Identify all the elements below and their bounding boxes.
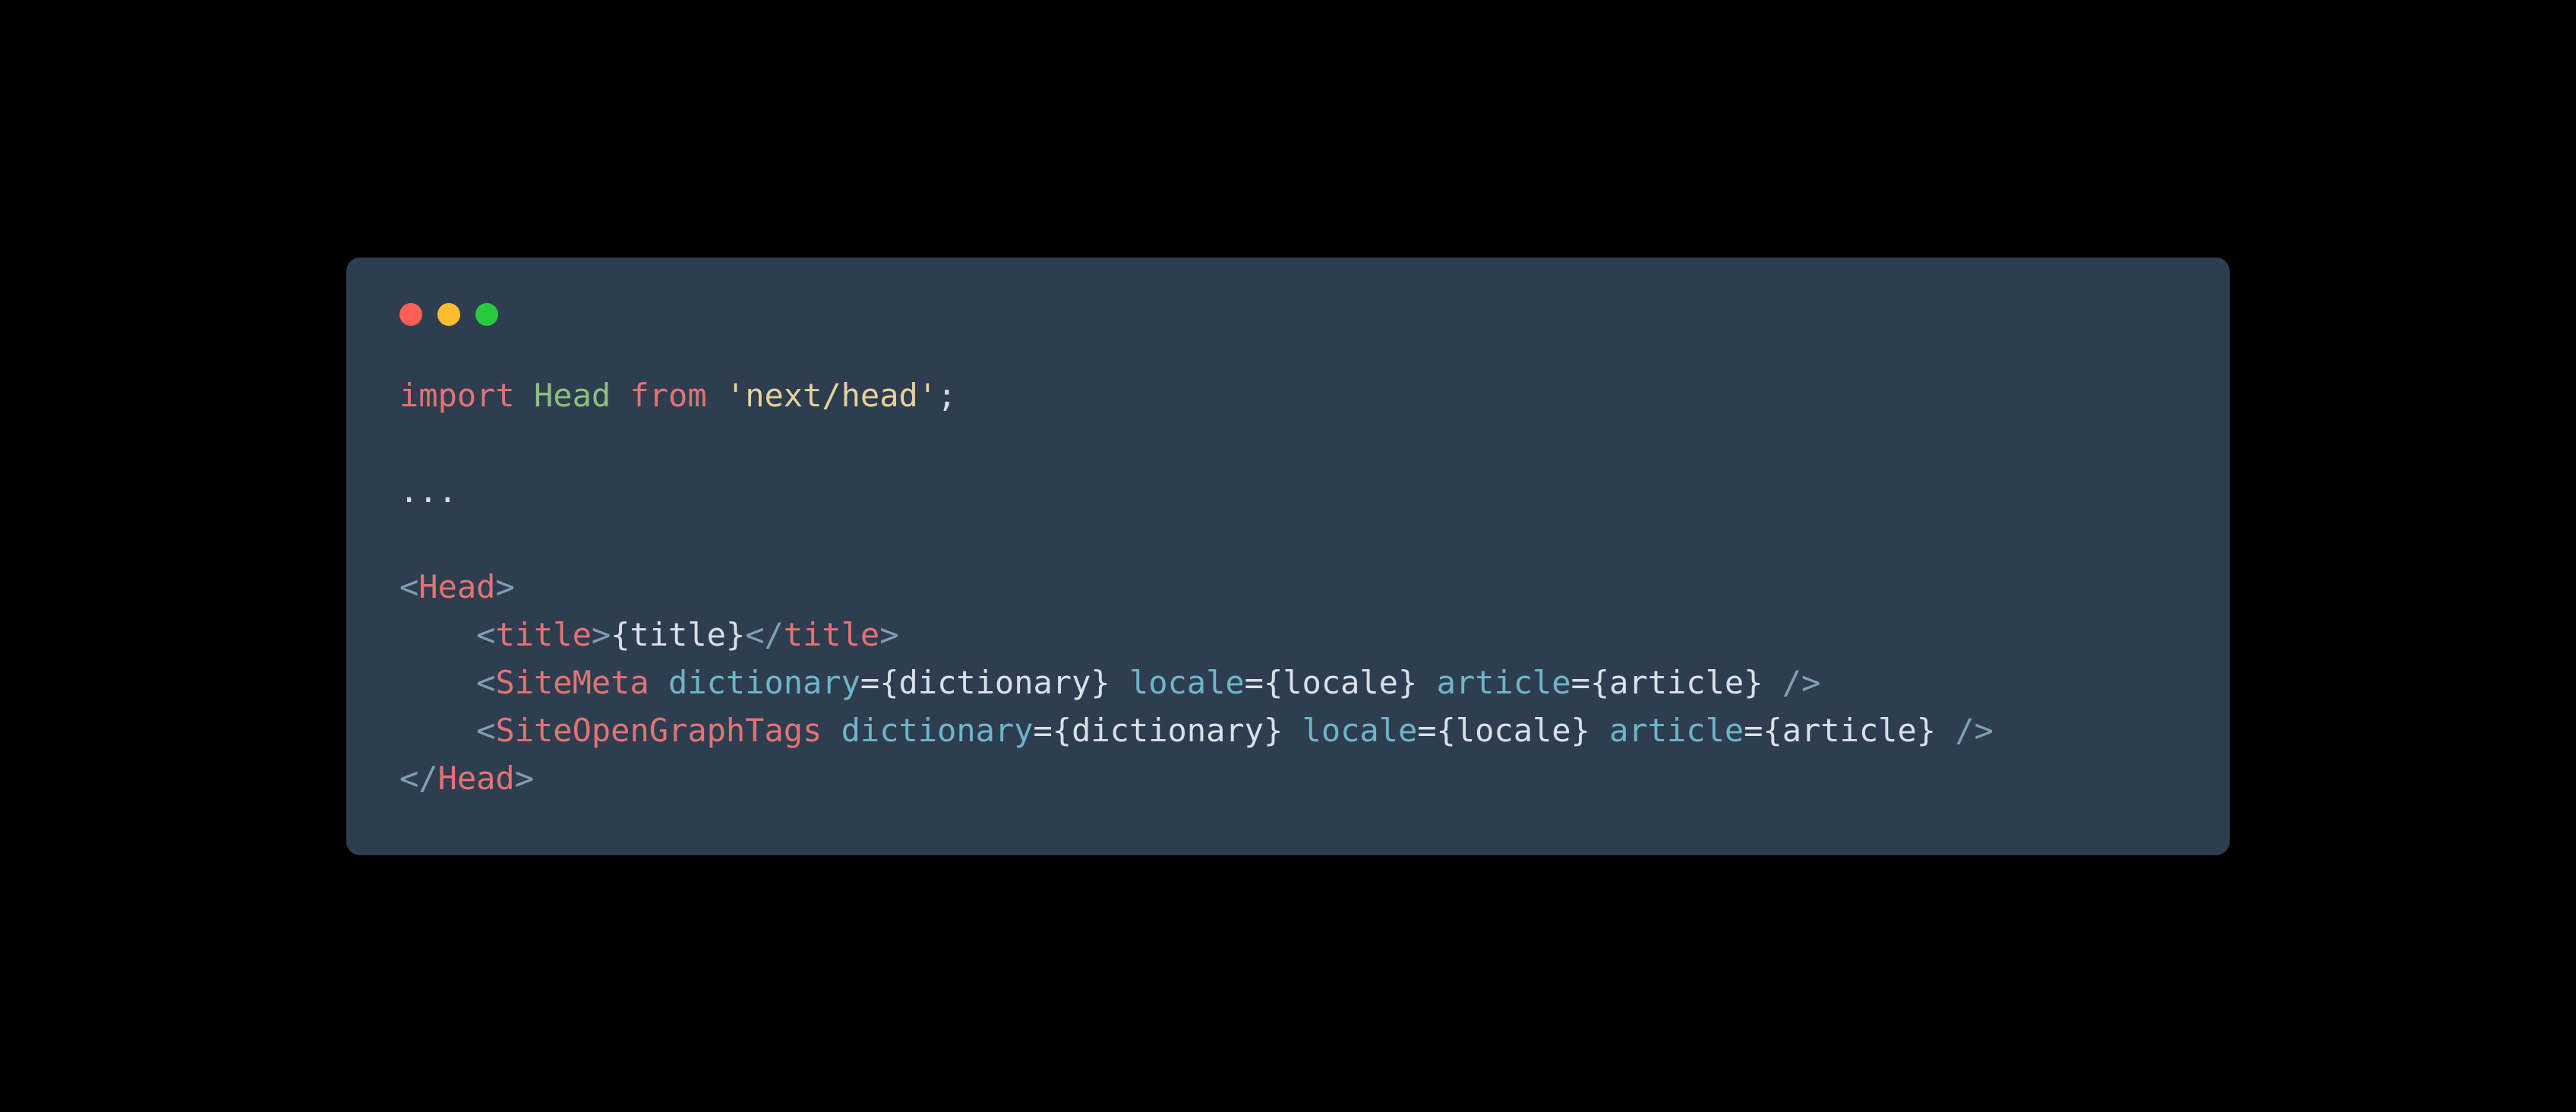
equals: = xyxy=(1571,664,1590,701)
code-window: import Head from 'next/head'; ... <Head>… xyxy=(346,257,2230,855)
tag-title: title xyxy=(495,616,591,653)
jsx-expr: {article} xyxy=(1763,712,1936,749)
jsx-expr: {locale} xyxy=(1264,664,1417,701)
attr-article: article xyxy=(1437,664,1571,701)
equals: = xyxy=(860,664,879,701)
tag-bracket: < xyxy=(399,568,418,605)
tag-bracket: </ xyxy=(745,616,784,653)
tag-selfclose: /> xyxy=(1782,664,1821,701)
tag-bracket: < xyxy=(476,664,495,701)
attr-locale: locale xyxy=(1129,664,1245,701)
jsx-expr: {dictionary} xyxy=(879,664,1110,701)
string-quote: ' xyxy=(726,377,745,414)
attr-dictionary: dictionary xyxy=(841,712,1034,749)
tag-selfclose: /> xyxy=(1955,712,1994,749)
attr-locale: locale xyxy=(1302,712,1418,749)
attr-dictionary: dictionary xyxy=(668,664,860,701)
tag-bracket: > xyxy=(515,760,534,797)
semicolon: ; xyxy=(937,377,956,414)
jsx-expr: {dictionary} xyxy=(1053,712,1283,749)
close-icon[interactable] xyxy=(399,303,422,326)
indent xyxy=(399,616,476,653)
tag-siteog: SiteOpenGraphTags xyxy=(495,712,822,749)
maximize-icon[interactable] xyxy=(475,303,498,326)
identifier-head: Head xyxy=(534,377,611,414)
equals: = xyxy=(1245,664,1264,701)
indent xyxy=(399,664,476,701)
keyword-from: from xyxy=(630,377,706,414)
tag-bracket: > xyxy=(495,568,514,605)
equals: = xyxy=(1744,712,1763,749)
tag-title-close: title xyxy=(784,616,879,653)
tag-sitemeta: SiteMeta xyxy=(495,664,649,701)
tag-bracket: < xyxy=(476,712,495,749)
tag-bracket: > xyxy=(879,616,898,653)
ellipsis: ... xyxy=(399,472,457,510)
tag-head: Head xyxy=(418,568,495,605)
equals: = xyxy=(1034,712,1053,749)
string-quote: ' xyxy=(918,377,937,414)
jsx-expr: {article} xyxy=(1590,664,1763,701)
indent xyxy=(399,712,476,749)
string-value: next/head xyxy=(745,377,918,414)
minimize-icon[interactable] xyxy=(437,303,460,326)
tag-bracket: </ xyxy=(399,760,438,797)
jsx-expr: {locale} xyxy=(1437,712,1590,749)
keyword-import: import xyxy=(399,377,515,414)
equals: = xyxy=(1417,712,1436,749)
tag-head-close: Head xyxy=(438,760,515,797)
attr-article: article xyxy=(1609,712,1744,749)
tag-bracket: > xyxy=(592,616,611,653)
code-block: import Head from 'next/head'; ... <Head>… xyxy=(399,371,2177,802)
window-titlebar xyxy=(399,303,2177,326)
jsx-expr: {title} xyxy=(611,616,745,653)
tag-bracket: < xyxy=(476,616,495,653)
